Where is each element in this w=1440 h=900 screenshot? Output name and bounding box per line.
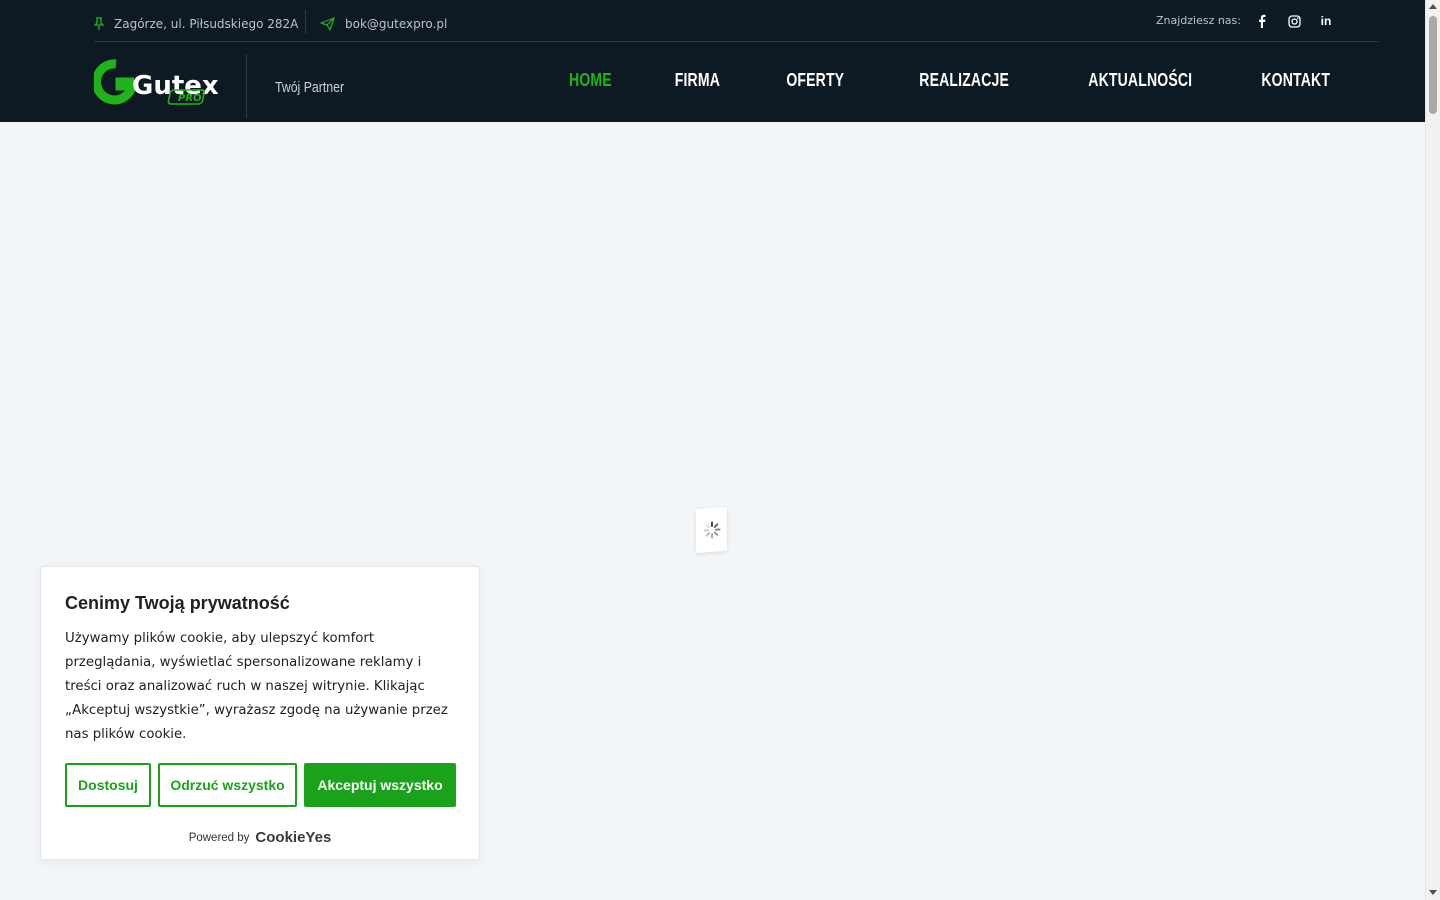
main-nav: HOME FIRMA OFERTY REALIZACJE AKTUALNOŚCI… [507,70,1330,91]
scroll-thumb[interactable] [1429,16,1437,114]
loading-spinner [696,506,727,554]
nav-kontakt[interactable]: KONTAKT [1261,70,1330,91]
tagline: Twój Partner [275,79,345,96]
logo-divider [246,54,247,118]
nav-realizacje[interactable]: REALIZACJE [919,70,1009,91]
powered-by: Powered by CookieYes [41,829,479,846]
linkedin-icon[interactable]: in [1317,12,1335,30]
top-info-bar: Zagórze, ul. Piłsudskiego 282A bok@gutex… [94,0,1379,42]
email-link[interactable]: bok@gutexpro.pl [345,17,447,31]
spinner-icon [703,521,720,539]
nav-oferty[interactable]: OFERTY [786,70,844,91]
email-info[interactable]: bok@gutexpro.pl [320,17,447,31]
customize-button[interactable]: Dostosuj [65,763,151,807]
page-scrollbar[interactable] [1425,0,1440,900]
nav-home[interactable]: HOME [569,70,612,91]
cookie-description: Używamy plików cookie, aby ulepszyć komf… [65,631,448,742]
logo-sub-text: PRO [178,93,202,104]
cookie-title: Cenimy Twoją prywatność [65,593,290,613]
nav-firma[interactable]: FIRMA [674,70,719,91]
find-us-label: Znajdziesz nas: [1155,14,1241,27]
logo-text: Gutex [132,71,218,101]
site-header: Zagórze, ul. Piłsudskiego 282A bok@gutex… [0,0,1425,122]
cookieyes-logo[interactable]: CookieYes [255,829,331,846]
address-text: Zagórze, ul. Piłsudskiego 282A [114,17,299,31]
accept-all-button[interactable]: Akceptuj wszystko [304,763,456,807]
instagram-icon[interactable] [1285,12,1303,30]
scroll-down-arrow-icon[interactable] [1429,890,1437,895]
topbar-divider [305,10,306,34]
send-icon [320,17,335,31]
cookie-consent-banner: Cenimy Twoją prywatność Używamy plików c… [40,566,480,860]
scroll-up-arrow-icon[interactable] [1429,4,1437,9]
reject-all-button[interactable]: Odrzuć wszystko [158,763,297,807]
gutex-logo-icon: Gutex PRO [91,59,219,105]
pin-icon [94,17,104,30]
facebook-icon[interactable] [1253,12,1271,30]
address-info: Zagórze, ul. Piłsudskiego 282A [94,17,298,31]
nav-aktualnosci[interactable]: AKTUALNOŚCI [1088,70,1192,91]
powered-by-label: Powered by [188,831,250,844]
logo[interactable]: Gutex PRO [91,56,219,108]
